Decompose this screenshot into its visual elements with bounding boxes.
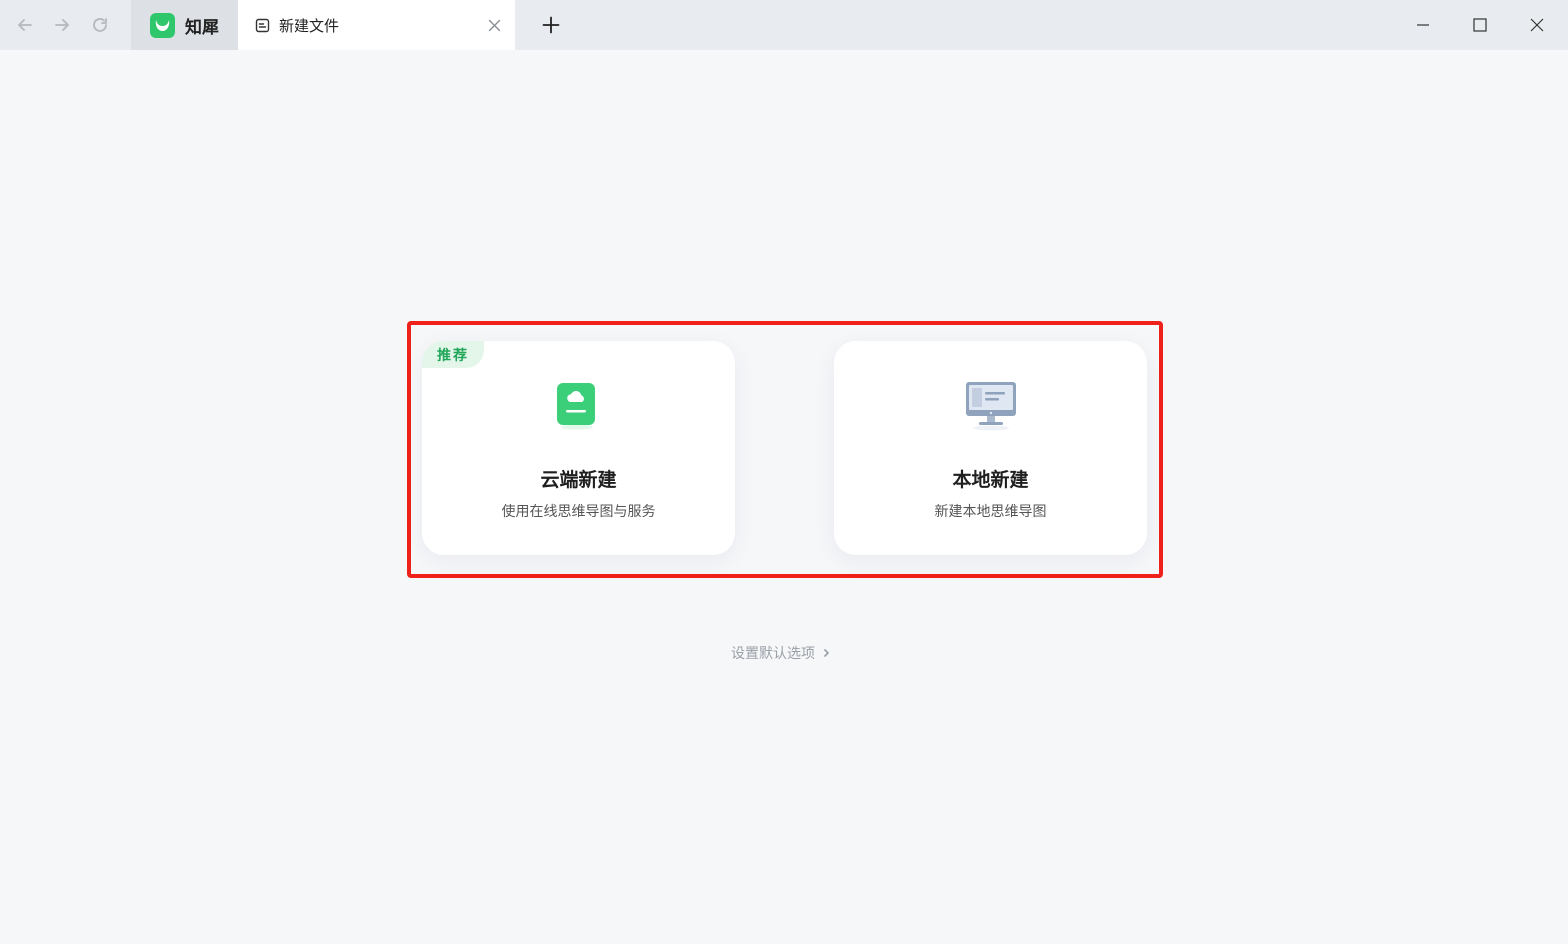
local-create-card[interactable]: 本地新建 新建本地思维导图 <box>834 341 1147 555</box>
arrow-left-icon <box>18 19 32 31</box>
title-bar: 知犀 新建文件 <box>0 0 1568 50</box>
cloud-card-title: 云端新建 <box>540 469 617 491</box>
minimize-icon <box>1417 24 1429 26</box>
zhixi-logo-icon <box>150 12 175 38</box>
monitor-icon <box>963 379 1019 431</box>
tab-app-home[interactable]: 知犀 <box>131 0 238 50</box>
recommended-badge: 推荐 <box>422 341 484 368</box>
cloud-file-icon <box>551 379 607 431</box>
local-card-title: 本地新建 <box>952 469 1029 491</box>
forward-button[interactable] <box>49 12 75 38</box>
arrow-right-icon <box>55 19 69 31</box>
chevron-right-icon <box>823 648 830 658</box>
cloud-card-description: 使用在线思维导图与服务 <box>501 504 656 520</box>
close-window-icon <box>1530 18 1544 32</box>
close-window-button[interactable] <box>1524 12 1550 38</box>
maximize-icon <box>1473 18 1487 32</box>
close-tab-button[interactable] <box>485 16 503 34</box>
set-default-option-link[interactable]: 设置默认选项 <box>731 643 831 663</box>
close-icon <box>488 19 500 31</box>
app-tab-label: 知犀 <box>185 17 219 38</box>
refresh-icon <box>93 18 107 32</box>
settings-link-label: 设置默认选项 <box>731 646 815 662</box>
minimize-button[interactable] <box>1410 12 1436 38</box>
active-tab-label: 新建文件 <box>279 16 340 35</box>
tab-new-file[interactable]: 新建文件 <box>238 0 515 50</box>
maximize-button[interactable] <box>1467 12 1493 38</box>
new-tab-button[interactable] <box>538 12 564 38</box>
cloud-create-card[interactable]: 推荐 云端新建 使用在线思维导图与服务 <box>422 341 735 555</box>
document-icon <box>255 18 270 32</box>
local-card-description: 新建本地思维导图 <box>934 504 1047 520</box>
plus-icon <box>542 16 560 34</box>
back-button[interactable] <box>12 12 38 38</box>
refresh-button[interactable] <box>87 12 113 38</box>
